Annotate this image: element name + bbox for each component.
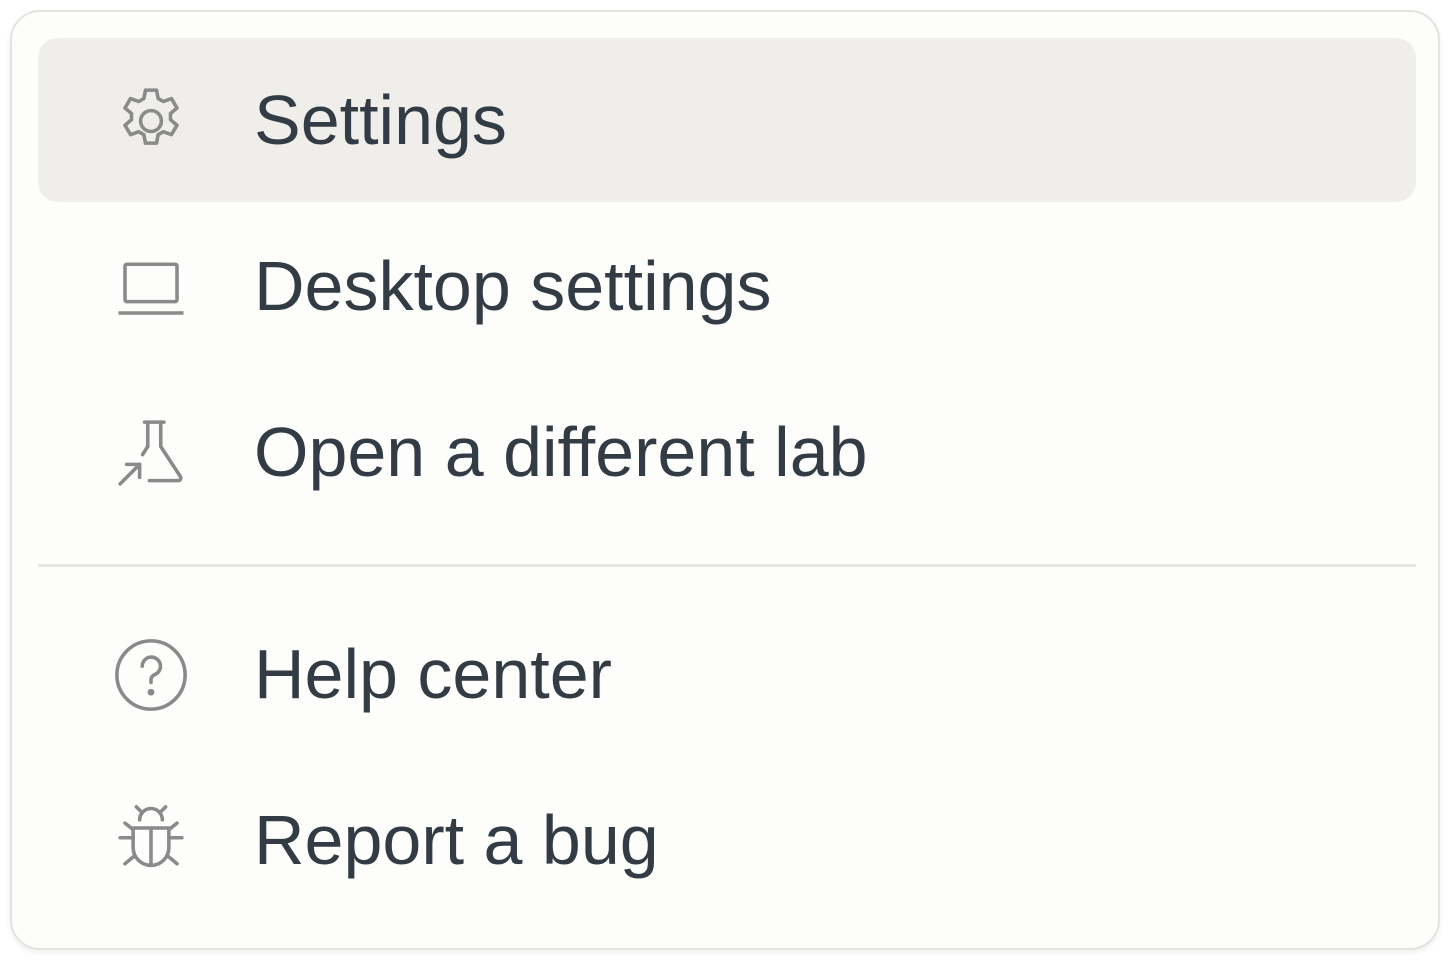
laptop-icon <box>112 248 190 326</box>
menu-item-label: Open a different lab <box>254 413 868 491</box>
menu-item-settings[interactable]: Settings <box>38 38 1416 202</box>
gear-icon <box>112 82 190 160</box>
question-circle-icon <box>112 636 190 714</box>
menu-item-label: Report a bug <box>254 801 659 879</box>
menu-item-open-different-lab[interactable]: Open a different lab <box>38 370 1416 534</box>
menu-divider <box>38 564 1416 567</box>
bug-icon <box>112 802 190 880</box>
menu-item-label: Desktop settings <box>254 247 772 325</box>
menu-item-help-center[interactable]: Help center <box>38 592 1416 756</box>
menu-item-label: Help center <box>254 635 612 713</box>
menu-item-desktop-settings[interactable]: Desktop settings <box>38 204 1416 368</box>
menu-item-report-bug[interactable]: Report a bug <box>38 758 1416 922</box>
flask-arrow-icon <box>112 414 190 492</box>
dropdown-menu: Settings Desktop settings Open a differe… <box>10 10 1440 950</box>
menu-item-label: Settings <box>254 81 507 159</box>
